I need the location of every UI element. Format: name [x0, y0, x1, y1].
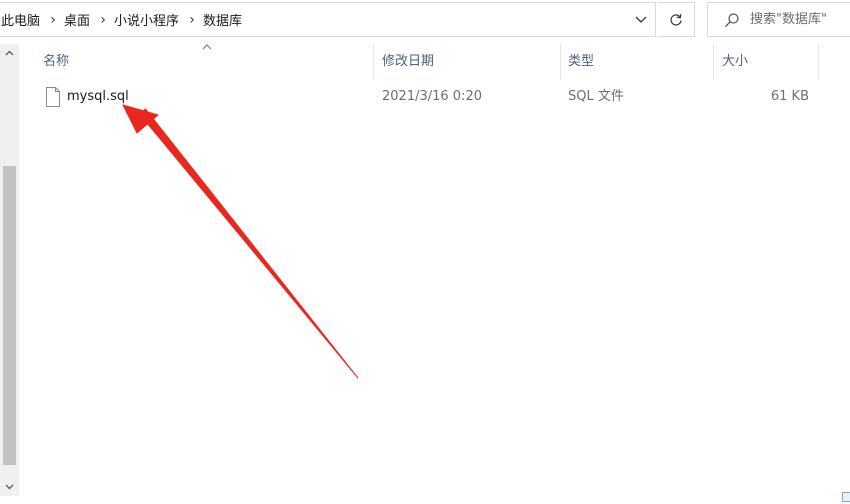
scroll-up-button[interactable] — [0, 44, 19, 62]
refresh-icon — [670, 13, 682, 26]
column-header-size[interactable]: 大小 — [714, 44, 818, 80]
address-history-dropdown[interactable] — [627, 3, 655, 36]
scrollbar-thumb[interactable] — [3, 166, 16, 465]
resize-corner — [842, 492, 850, 502]
breadcrumb: 此电脑 › 桌面 › 小说小程序 › 数据库 — [0, 3, 246, 36]
search-box[interactable] — [707, 2, 850, 37]
refresh-button[interactable] — [658, 2, 695, 37]
chevron-right-icon[interactable]: › — [94, 12, 112, 28]
file-row[interactable]: mysql.sql 2021/3/16 0:20 SQL 文件 61 KB — [37, 84, 827, 110]
file-icon — [46, 87, 60, 107]
breadcrumb-database[interactable]: 数据库 — [201, 10, 246, 29]
chevron-right-icon[interactable]: › — [44, 12, 62, 28]
annotation-arrow-shaft — [139, 108, 359, 379]
column-divider[interactable] — [818, 44, 819, 80]
column-header-date-modified[interactable]: 修改日期 — [374, 44, 560, 80]
breadcrumb-this-pc[interactable]: 此电脑 — [0, 10, 44, 29]
chevron-down-icon — [635, 16, 647, 23]
file-size: 61 KB — [770, 89, 809, 104]
file-date-modified: 2021/3/16 0:20 — [382, 89, 482, 104]
column-header-name[interactable]: 名称 — [35, 44, 371, 80]
column-headers: 名称 修改日期 类型 大小 — [19, 44, 850, 80]
column-header-type[interactable]: 类型 — [560, 44, 714, 80]
scroll-down-icon — [5, 484, 14, 490]
vertical-scrollbar[interactable] — [0, 44, 19, 496]
scroll-up-icon — [5, 50, 14, 56]
search-icon — [724, 12, 740, 28]
scroll-down-button[interactable] — [0, 478, 19, 496]
search-input[interactable] — [750, 12, 850, 27]
file-name[interactable]: mysql.sql — [67, 84, 129, 110]
breadcrumb-desktop[interactable]: 桌面 — [62, 10, 94, 29]
file-type: SQL 文件 — [568, 89, 624, 104]
address-bar[interactable]: 此电脑 › 桌面 › 小说小程序 › 数据库 — [0, 2, 656, 37]
chevron-right-icon[interactable]: › — [183, 12, 201, 28]
breadcrumb-novel-miniprogram[interactable]: 小说小程序 — [112, 10, 183, 29]
